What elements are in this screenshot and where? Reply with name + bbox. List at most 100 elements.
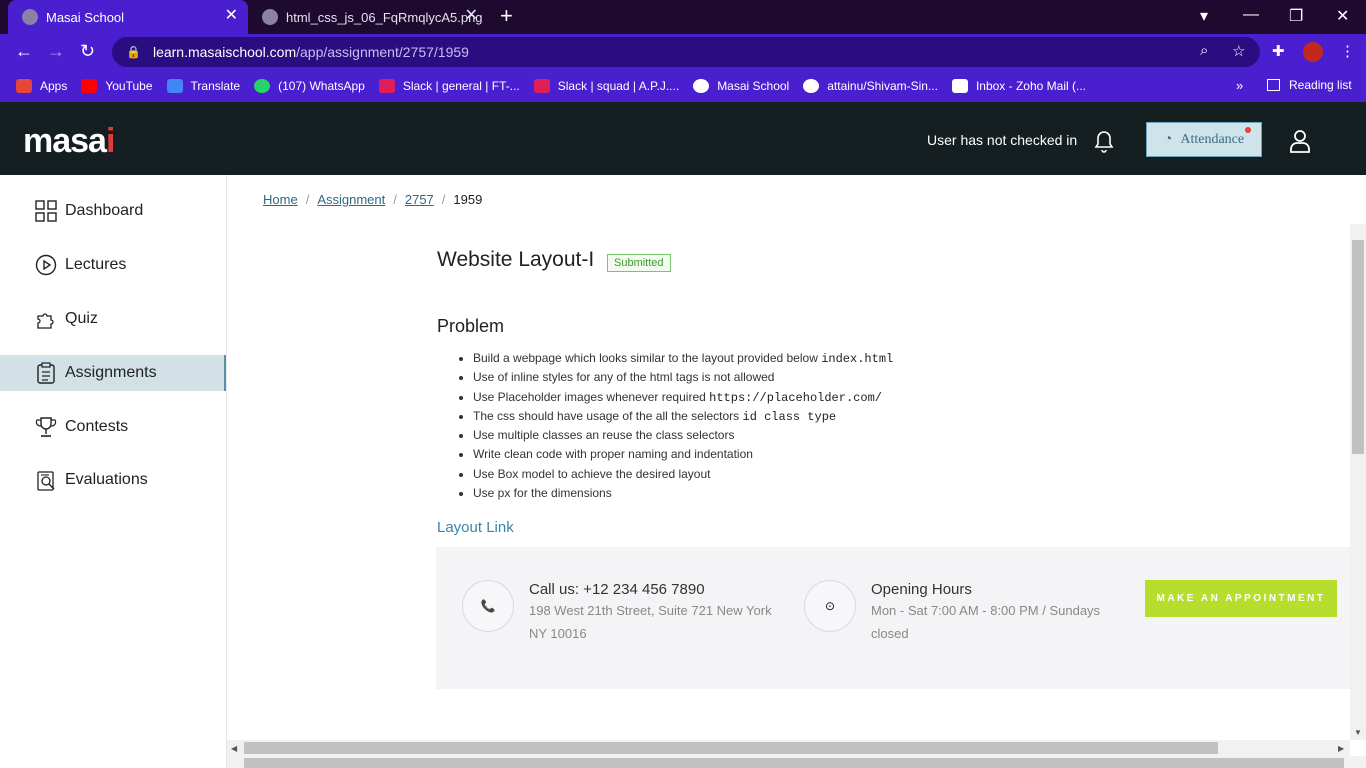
close-icon[interactable]: ✕ [465,8,478,24]
close-icon[interactable]: ✕ [225,8,238,24]
outer-horizontal-scrollbar[interactable] [227,756,1366,768]
whatsapp-icon [254,79,271,93]
reading-list-button[interactable]: Reading list [1267,78,1352,92]
breadcrumb-separator: / [441,192,446,207]
address-bar[interactable]: 🔒 learn.masaischool.com/app/assignment/2… [112,37,1260,67]
scroll-right-icon[interactable]: ▶ [1338,744,1344,753]
globe-icon [262,9,278,25]
bookmark-label: YouTube [105,79,153,93]
checkin-status: User has not checked in [927,132,1078,148]
bookmark-label: Slack | general | FT-... [402,79,520,93]
tab-masai-school[interactable]: Masai School ✕ [8,0,248,34]
list-item: Use px for the dimensions [473,485,893,504]
back-icon[interactable]: ← [15,41,33,62]
breadcrumb-home[interactable]: Home [263,192,298,207]
scrollbar-thumb[interactable] [244,758,1344,768]
sidebar-item-label: Contests [65,418,129,435]
tab-title: html_css_js_06_FqRmqlycA5.png [286,9,483,25]
hours-line1: Mon - Sat 7:00 AM - 8:00 PM / Sundays [871,603,1101,618]
url-path: /app/assignment/2757/1959 [296,44,469,60]
requirement-text: Use multiple classes an reuse the class … [473,428,735,443]
restore-icon[interactable]: ❐ [1289,6,1303,26]
bell-icon[interactable] [1092,128,1116,154]
bookmark-masai-school[interactable]: Masai School [693,79,789,93]
sidebar-item-lectures[interactable]: Lectures [0,247,226,283]
layout-preview-image: 📞 Call us: +12 234 456 7890 198 West 21t… [436,547,1350,689]
bookmark-translate[interactable]: Translate [166,79,240,93]
menu-kebab-icon[interactable]: ⋮ [1340,42,1355,60]
requirement-text: Use Box model to achieve the desired lay… [473,466,711,481]
bookmark-slack-general[interactable]: Slack | general | FT-... [378,79,520,93]
sidebar-item-dashboard[interactable]: Dashboard [0,193,226,229]
evaluation-icon [37,471,55,491]
notification-dot [1245,127,1251,133]
bookmark-label: attainu/Shivam-Sin... [827,79,938,93]
bookmark-apps[interactable]: Apps [16,79,67,93]
scrollbar-thumb[interactable] [1352,240,1364,454]
breadcrumb-assignment[interactable]: Assignment [317,192,385,207]
masai-logo[interactable]: masai [23,122,116,161]
clock-icon: ◔ [1163,131,1173,147]
slack-icon [378,79,395,93]
bookmark-zoho-mail[interactable]: Inbox - Zoho Mail (... [951,79,1086,93]
attendance-label: Attendance [1180,131,1245,147]
translate-icon [166,79,183,93]
vertical-scrollbar[interactable]: ▼ [1350,224,1366,740]
horizontal-scrollbar[interactable]: ◀ ▶ [227,740,1350,756]
bookmark-whatsapp[interactable]: (107) WhatsApp [254,79,365,93]
puzzle-icon [37,313,54,329]
requirement-code: id class type [742,409,837,424]
requirements-list: Build a webpage which looks similar to t… [473,350,893,504]
sidebar-item-label: Lectures [65,256,127,273]
tab-image[interactable]: html_css_js_06_FqRmqlycA5.png ✕ [252,0,488,34]
scroll-down-icon[interactable]: ▼ [1354,728,1362,737]
requirement-text: The css should have usage of the all the… [473,408,743,423]
github-icon [803,79,820,93]
requirement-code: index.html [821,352,894,366]
zoom-icon[interactable]: ⌕ [1200,42,1208,59]
close-window-icon[interactable]: ✕ [1336,6,1349,26]
requirement-text: Use of inline styles for any of the html… [473,370,775,385]
profile-avatar-icon[interactable] [1303,42,1323,62]
bookmark-label: (107) WhatsApp [278,79,365,93]
scrollbar-thumb[interactable] [244,742,1218,754]
requirement-code: https://placeholder.com/ [709,390,882,405]
browser-toolbar: ← → ↻ 🔒 learn.masaischool.com/app/assign… [0,34,1366,70]
sidebar-item-contests[interactable]: Contests [0,409,226,445]
call-address-line1: 198 West 21th Street, Suite 721 New York [529,603,772,618]
lock-icon: 🔒 [126,45,141,59]
logo-i: i [105,122,116,160]
globe-icon [22,9,38,25]
app-header: masai User has not checked in ◔ Attendan… [0,102,1366,175]
new-tab-button[interactable]: + [500,5,513,27]
bookmark-github[interactable]: attainu/Shivam-Sin... [803,79,938,93]
reading-list-icon [1267,79,1280,91]
sidebar-item-label: Evaluations [65,471,148,488]
bookmarks-overflow-icon[interactable]: » [1236,78,1243,93]
reload-icon[interactable]: ↻ [80,41,95,62]
sidebar-item-label: Dashboard [65,202,144,219]
bookmarks-bar: Apps YouTube Translate (107) WhatsApp Sl… [0,70,1366,102]
logo-text: masa [23,122,107,160]
minimize-icon[interactable]: — [1243,6,1259,24]
attendance-button[interactable]: ◔ Attendance [1146,122,1262,157]
bookmark-star-icon[interactable]: ☆ [1232,42,1245,60]
list-item: Write clean code with proper naming and … [473,446,893,465]
extensions-icon[interactable]: ✚ [1272,42,1285,60]
list-item: Use Placeholder images whenever required… [473,389,893,408]
scroll-left-icon[interactable]: ◀ [231,744,237,753]
layout-link[interactable]: Layout Link [437,519,514,536]
forward-icon[interactable]: → [47,41,65,62]
tab-search-icon[interactable]: ▾ [1200,6,1208,26]
breadcrumb-id[interactable]: 2757 [405,192,434,207]
bookmark-slack-squad[interactable]: Slack | squad | A.P.J.... [533,79,679,93]
sidebar-item-assignments[interactable]: Assignments [0,355,226,391]
breadcrumb-current: 1959 [453,192,483,207]
sidebar-item-evaluations[interactable]: Evaluations [0,462,226,498]
user-icon[interactable] [1288,128,1312,154]
play-circle-icon [35,254,57,276]
requirement-text: Build a webpage which looks similar to t… [473,351,822,365]
sidebar-item-quiz[interactable]: Quiz [0,301,226,337]
bookmark-youtube[interactable]: YouTube [81,79,153,93]
page-title: Website Layout-I [437,248,595,271]
